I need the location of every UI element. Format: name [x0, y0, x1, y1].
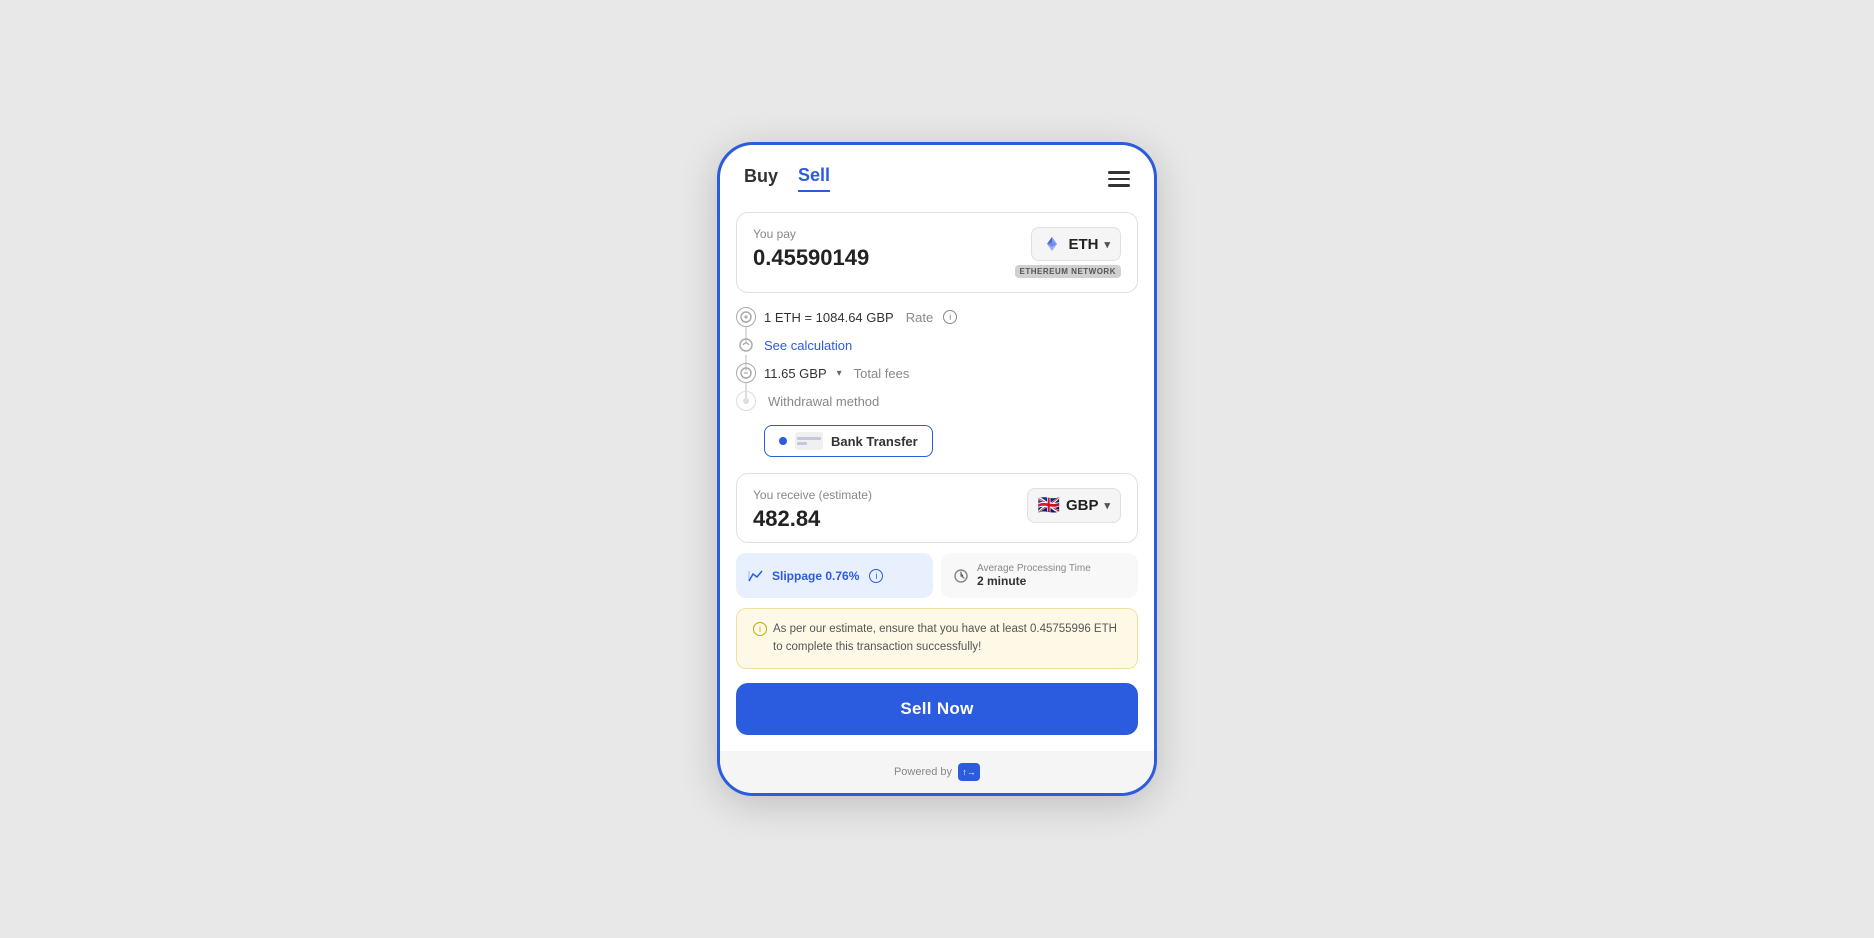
eth-currency-btn[interactable]: ETH ▾: [1031, 227, 1121, 261]
fees-value: 11.65 GBP: [764, 366, 827, 381]
sell-now-button[interactable]: Sell Now: [736, 683, 1138, 735]
processing-icon: [953, 568, 969, 584]
network-badge: ETHEREUM NETWORK: [1015, 265, 1121, 278]
gbp-chevron-icon: ▾: [1104, 499, 1110, 512]
receive-row: You receive (estimate) 482.84 🇬🇧 GBP ▾: [753, 488, 1121, 532]
info-cards-row: Slippage 0.76% i Average Processing Time…: [736, 553, 1138, 598]
you-receive-card: You receive (estimate) 482.84 🇬🇧 GBP ▾: [736, 473, 1138, 543]
slippage-text: Slippage 0.76%: [772, 569, 859, 583]
slippage-card: Slippage 0.76% i: [736, 553, 933, 598]
rate-dot-icon: [736, 307, 756, 327]
processing-card: Average Processing Time 2 minute: [941, 553, 1138, 598]
currency-selector: ETH ▾ ETHEREUM NETWORK: [1015, 227, 1121, 278]
calc-icon: [736, 335, 756, 355]
pay-value: 0.45590149: [753, 245, 869, 271]
info-rows: 1 ETH = 1084.64 GBP Rate i See calculati…: [736, 303, 1138, 473]
phone-inner: Buy Sell You pay 0.45590149: [720, 145, 1154, 793]
eth-label: ETH: [1068, 236, 1098, 253]
rate-info-icon[interactable]: i: [943, 310, 957, 324]
processing-value: 2 minute: [977, 574, 1091, 588]
footer: Powered by ↑→: [720, 751, 1154, 793]
withdrawal-dot-icon: [736, 391, 756, 411]
header: Buy Sell: [720, 145, 1154, 204]
bank-dot-icon: [779, 437, 787, 445]
withdrawal-label: Withdrawal method: [768, 394, 879, 409]
fees-label: Total fees: [854, 366, 910, 381]
tab-buy[interactable]: Buy: [744, 166, 778, 191]
gbp-currency-btn[interactable]: 🇬🇧 GBP ▾: [1027, 488, 1121, 523]
eth-chevron-icon: ▾: [1104, 238, 1110, 251]
tab-sell[interactable]: Sell: [798, 165, 830, 192]
calculation-row: See calculation: [736, 335, 1138, 355]
you-pay-card: You pay 0.45590149: [736, 212, 1138, 293]
calc-text[interactable]: See calculation: [764, 338, 852, 353]
pay-label: You pay: [753, 227, 869, 241]
fees-chevron-icon[interactable]: ▾: [837, 368, 842, 379]
fees-row: 11.65 GBP ▾ Total fees: [736, 363, 1138, 383]
fees-dot-icon: [736, 363, 756, 383]
bank-transfer-btn[interactable]: Bank Transfer: [764, 425, 933, 457]
slippage-info-icon[interactable]: i: [869, 569, 883, 583]
processing-label: Average Processing Time: [977, 563, 1091, 574]
slippage-icon: [748, 569, 764, 583]
powered-by-text: Powered by: [894, 766, 952, 778]
receive-value: 482.84: [753, 506, 872, 532]
warning-text: As per our estimate, ensure that you hav…: [773, 621, 1123, 656]
hamburger-menu[interactable]: [1108, 171, 1130, 187]
gbp-label: GBP: [1066, 497, 1099, 514]
bank-logo-icon: [795, 432, 823, 450]
rate-label: Rate: [906, 310, 933, 325]
processing-text-block: Average Processing Time 2 minute: [977, 563, 1091, 588]
eth-icon: [1042, 234, 1062, 254]
pay-row: You pay 0.45590149: [753, 227, 1121, 278]
warning-banner: i As per our estimate, ensure that you h…: [736, 608, 1138, 669]
receive-label: You receive (estimate): [753, 488, 872, 502]
bank-transfer-text: Bank Transfer: [831, 434, 918, 449]
phone-frame: Buy Sell You pay 0.45590149: [717, 142, 1157, 796]
receive-left: You receive (estimate) 482.84: [753, 488, 872, 532]
main-content: You pay 0.45590149: [720, 204, 1154, 751]
powered-by-logo: ↑→: [958, 763, 980, 781]
pay-left: You pay 0.45590149: [753, 227, 869, 271]
gbp-flag-icon: 🇬🇧: [1038, 495, 1060, 516]
withdrawal-row: Withdrawal method Bank Transfer: [736, 391, 1138, 457]
rate-text: 1 ETH = 1084.64 GBP: [764, 310, 894, 325]
warning-info-icon: i: [753, 622, 767, 636]
rate-row: 1 ETH = 1084.64 GBP Rate i: [736, 307, 1138, 327]
